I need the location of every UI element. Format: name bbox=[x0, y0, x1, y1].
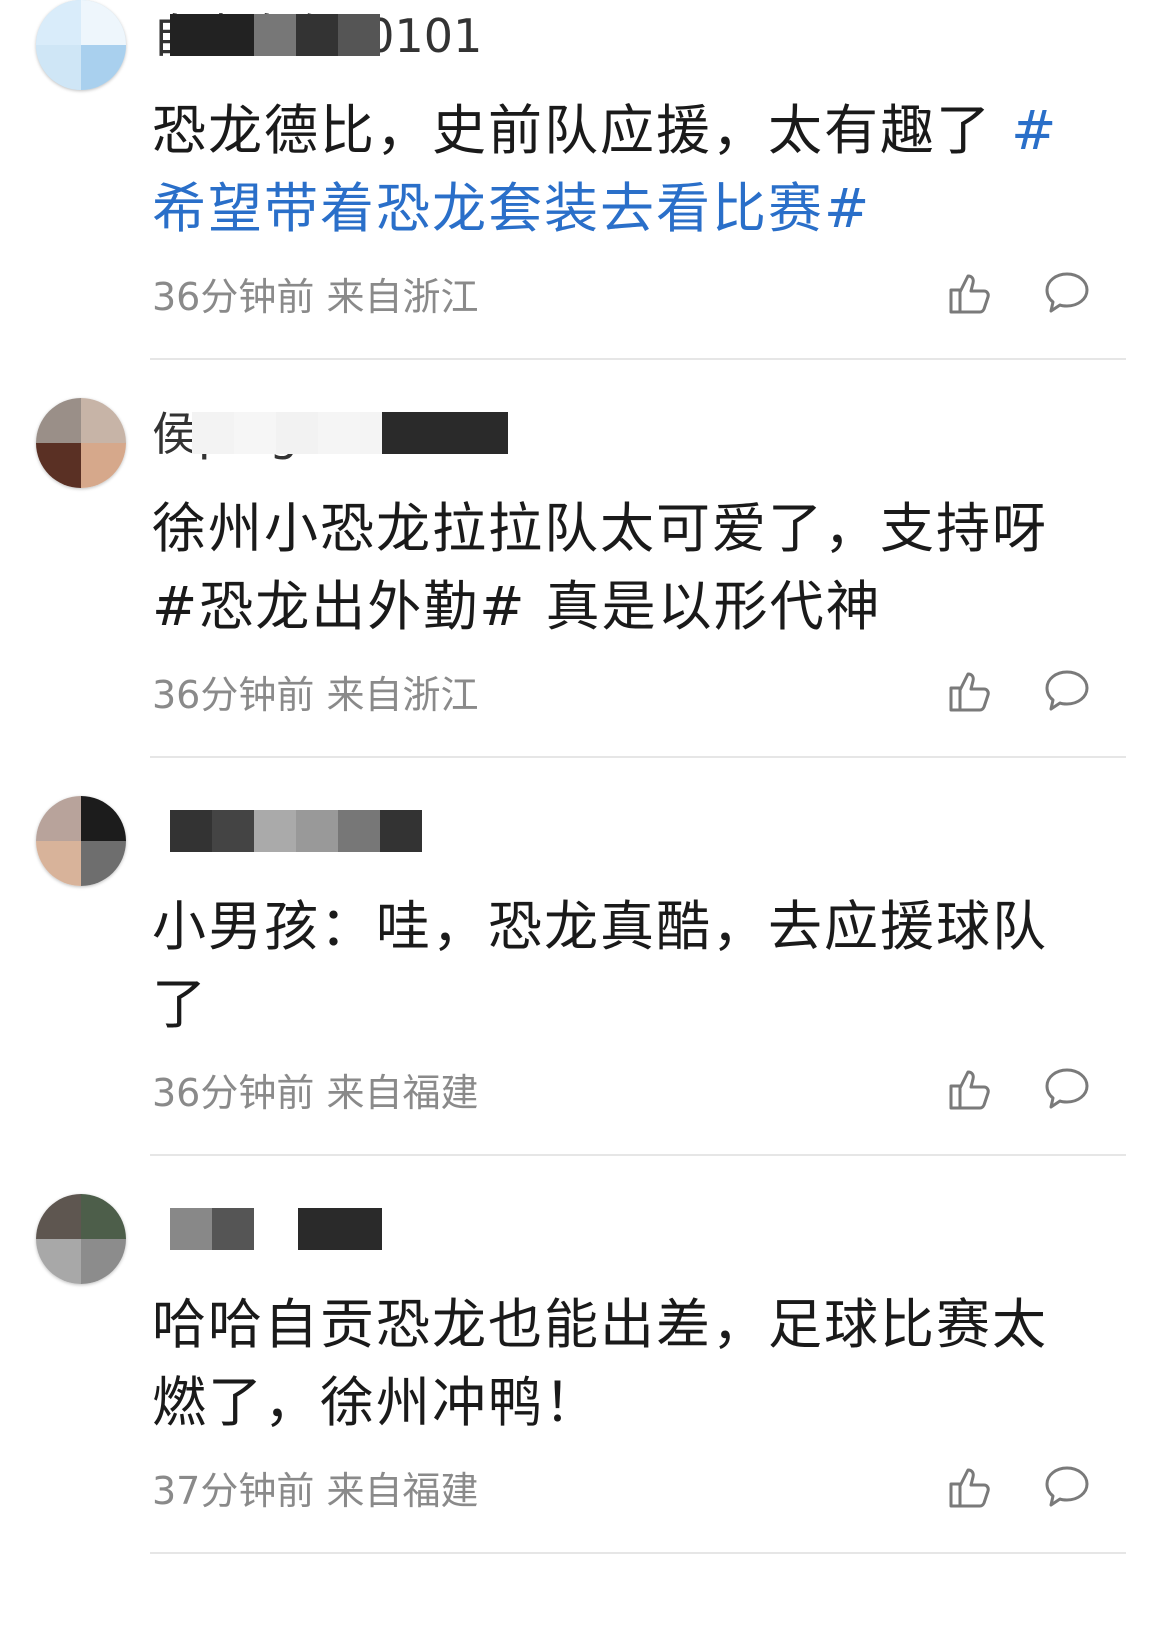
avatar[interactable] bbox=[36, 0, 126, 90]
username-blur bbox=[382, 412, 508, 454]
comment-meta: 36分钟前 来自福建 bbox=[152, 1068, 478, 1118]
comment-text-part: 恐龙德比，史前队应援，太有趣了 bbox=[152, 99, 1012, 162]
thumbs-up-icon[interactable] bbox=[948, 668, 992, 714]
comment-item: 自由自在20101 恐龙德比，史前队应援，太有趣了 #希望带着恐龙套装去看比赛#… bbox=[0, 0, 1170, 398]
comment-text-part: 徐州小恐龙拉拉队太可爱了，支持呀 bbox=[152, 497, 1048, 560]
comment-item: 哈哈自贡恐龙也能出差，足球比赛太燃了，徐州冲鸭！ 37分钟前 来自福建 bbox=[0, 1194, 1170, 1592]
avatar[interactable] bbox=[36, 1194, 126, 1284]
comment-actions bbox=[948, 1066, 1090, 1112]
divider bbox=[150, 1552, 1126, 1554]
username-blur bbox=[170, 14, 380, 56]
username[interactable]: 自由自在20101 bbox=[152, 8, 532, 64]
comment-text-part: 真是以形代神 bbox=[526, 575, 882, 638]
comment-text: 小男孩：哇，恐龙真酷，去应援球队了 bbox=[152, 888, 1092, 1044]
comment-actions bbox=[948, 668, 1090, 714]
username[interactable]: 侯ping bbox=[152, 406, 532, 462]
avatar[interactable] bbox=[36, 398, 126, 488]
hashtag-link[interactable]: #恐龙出外勤# bbox=[152, 575, 527, 638]
comment-time: 36分钟前 bbox=[152, 275, 315, 319]
comment-bubble-icon[interactable] bbox=[1044, 270, 1090, 316]
comment-meta: 36分钟前 来自浙江 bbox=[152, 272, 478, 322]
comment-location: 来自浙江 bbox=[326, 275, 479, 319]
comment-text: 徐州小恐龙拉拉队太可爱了，支持呀 #恐龙出外勤# 真是以形代神 bbox=[152, 490, 1092, 646]
avatar[interactable] bbox=[36, 796, 126, 886]
comment-text: 哈哈自贡恐龙也能出差，足球比赛太燃了，徐州冲鸭！ bbox=[152, 1286, 1092, 1442]
comment-actions bbox=[948, 1464, 1090, 1510]
comment-text-part: 小男孩：哇，恐龙真酷，去应援球队了 bbox=[152, 895, 1048, 1036]
divider bbox=[150, 756, 1126, 758]
username-blur bbox=[170, 810, 422, 852]
comment-item: 小男孩：哇，恐龙真酷，去应援球队了 36分钟前 来自福建 bbox=[0, 796, 1170, 1194]
username[interactable] bbox=[152, 1202, 532, 1258]
thumbs-up-icon[interactable] bbox=[948, 1464, 992, 1510]
username-blur bbox=[298, 1208, 382, 1250]
comment-time: 36分钟前 bbox=[152, 1071, 315, 1115]
comment-text-part: 哈哈自贡恐龙也能出差，足球比赛太燃了，徐州冲鸭！ bbox=[152, 1293, 1048, 1434]
comment-bubble-icon[interactable] bbox=[1044, 1464, 1090, 1510]
comment-location: 来自福建 bbox=[326, 1469, 479, 1513]
comment-location: 来自福建 bbox=[326, 1071, 479, 1115]
comment-bubble-icon[interactable] bbox=[1044, 668, 1090, 714]
thumbs-up-icon[interactable] bbox=[948, 1066, 992, 1112]
comment-meta: 37分钟前 来自福建 bbox=[152, 1466, 478, 1516]
comment-time: 36分钟前 bbox=[152, 673, 315, 717]
comment-item: 侯ping 徐州小恐龙拉拉队太可爱了，支持呀 #恐龙出外勤# 真是以形代神 36… bbox=[0, 398, 1170, 796]
comment-actions bbox=[948, 270, 1090, 316]
comment-time: 37分钟前 bbox=[152, 1469, 315, 1513]
username-blur bbox=[192, 412, 402, 454]
comment-meta: 36分钟前 来自浙江 bbox=[152, 670, 478, 720]
divider bbox=[150, 358, 1126, 360]
username[interactable] bbox=[152, 804, 532, 860]
comment-text: 恐龙德比，史前队应援，太有趣了 #希望带着恐龙套装去看比赛# bbox=[152, 92, 1092, 248]
divider bbox=[150, 1154, 1126, 1156]
comment-location: 来自浙江 bbox=[326, 673, 479, 717]
username-blur bbox=[170, 1208, 254, 1250]
thumbs-up-icon[interactable] bbox=[948, 270, 992, 316]
comment-bubble-icon[interactable] bbox=[1044, 1066, 1090, 1112]
